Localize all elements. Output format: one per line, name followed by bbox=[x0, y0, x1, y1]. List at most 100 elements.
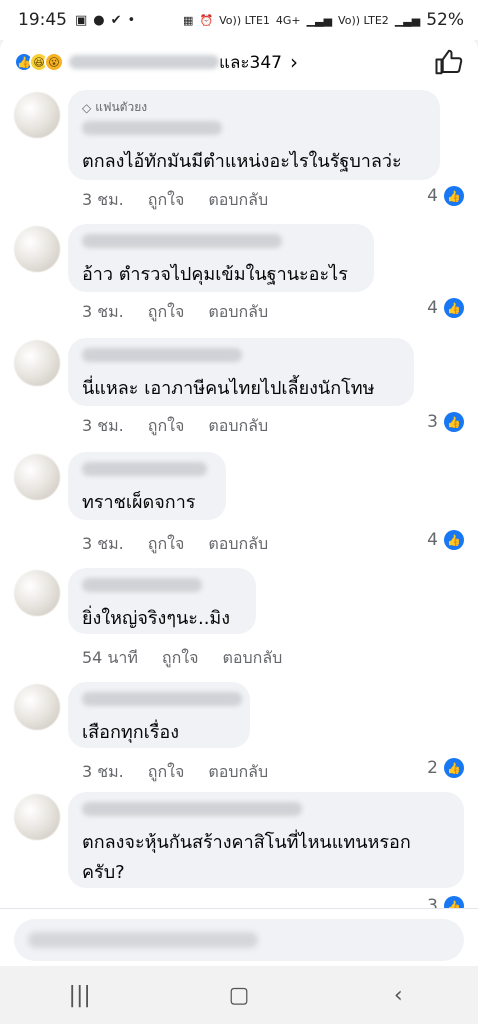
comment-text: นี่แหละ เอาภาษีคนไทยไปเลี้ยงนักโทษ bbox=[82, 378, 375, 399]
like-link[interactable]: ถูกใจ bbox=[148, 414, 185, 439]
comment-bubble[interactable]: เสือกทุกเรื่อง bbox=[68, 682, 250, 748]
blurred-name bbox=[82, 348, 242, 362]
like-link[interactable]: ถูกใจ bbox=[148, 300, 185, 325]
like-count[interactable]: 4 👍 bbox=[427, 186, 464, 206]
like-icon: 👍 bbox=[444, 298, 464, 318]
comment-time: 3 ชม. bbox=[82, 416, 124, 435]
comment-meta: 3 ชม. ถูกใจ ตอบกลับ bbox=[82, 760, 268, 785]
blurred-name bbox=[82, 802, 302, 816]
reactions-summary[interactable]: 👍 😆 😮 และ347 › bbox=[0, 36, 478, 88]
reply-link[interactable]: ตอบกลับ bbox=[208, 760, 268, 785]
reactors-text: และ347 › bbox=[69, 49, 298, 76]
like-icon[interactable] bbox=[434, 47, 464, 77]
clock: 19:45 bbox=[18, 10, 67, 30]
comment-bubble[interactable]: ตกลงจะหุ้นกันสร้างคาสิโนที่ไหนแทนหรอก คร… bbox=[68, 792, 464, 888]
reactors-suffix: และ347 bbox=[219, 52, 282, 73]
reply-link[interactable]: ตอบกลับ bbox=[208, 532, 268, 557]
reply-link[interactable]: ตอบกลับ bbox=[222, 646, 282, 671]
comment-meta: 3 ชม. ถูกใจ ตอบกลับ bbox=[82, 532, 268, 557]
back-icon[interactable]: ‹ bbox=[368, 983, 428, 1008]
blurred-name bbox=[82, 692, 242, 706]
chevron-right-icon: › bbox=[289, 50, 298, 74]
signal-icon: ▁▃▅ bbox=[306, 13, 333, 27]
like-count-value: 2 bbox=[427, 758, 438, 778]
comment-input[interactable] bbox=[14, 919, 464, 961]
recents-icon[interactable]: ||| bbox=[50, 983, 110, 1008]
comment-text: เสือกทุกเรื่อง bbox=[82, 722, 180, 743]
net-label-3: Vo)) LTE2 bbox=[338, 13, 389, 27]
signal-icon-2: ▁▃▅ bbox=[394, 13, 421, 27]
comment-bubble[interactable]: อ้าว ตำรวจไปคุมเข้มในฐานะอะไร bbox=[68, 224, 374, 292]
reply-link[interactable]: ตอบกลับ bbox=[208, 300, 268, 325]
like-link[interactable]: ถูกใจ bbox=[148, 532, 185, 557]
status-right: ▦ ⏰ Vo)) LTE1 4G+ ▁▃▅ Vo)) LTE2 ▁▃▅ 52% bbox=[183, 10, 464, 30]
comment-time: 3 ชม. bbox=[82, 534, 124, 553]
comments-sheet: 👍 😆 😮 และ347 › ◇ แฟนตัวยง ตกลงไอ้ทักมันม… bbox=[0, 36, 478, 966]
blurred-name bbox=[82, 234, 282, 248]
alarm-icon: ⏰ bbox=[199, 13, 214, 27]
comment-bubble[interactable]: นี่แหละ เอาภาษีคนไทยไปเลี้ยงนักโทษ bbox=[68, 338, 414, 406]
comment-meta: 3 ชม. ถูกใจ ตอบกลับ bbox=[82, 414, 268, 439]
avatar[interactable] bbox=[14, 92, 60, 138]
comment-bubble[interactable]: ◇ แฟนตัวยง ตกลงไอ้ทักมันมีตำแหน่งอะไรในร… bbox=[68, 90, 440, 180]
diamond-icon: ◇ bbox=[82, 100, 92, 115]
net-label-2: 4G+ bbox=[275, 13, 301, 27]
like-count-value: 4 bbox=[427, 298, 438, 318]
blurred-name bbox=[69, 55, 219, 69]
system-nav-bar: ||| ▢ ‹ bbox=[0, 966, 478, 1024]
comment-text: อ้าว ตำรวจไปคุมเข้มในฐานะอะไร bbox=[82, 264, 348, 285]
comment-time: 3 ชม. bbox=[82, 762, 124, 781]
comment-text: ยิ่งใหญ่จริงๆนะ..มิง bbox=[82, 608, 231, 629]
avatar[interactable] bbox=[14, 226, 60, 272]
like-count-value: 3 bbox=[427, 412, 438, 432]
net-label-1: Vo)) LTE1 bbox=[219, 13, 270, 27]
dot-icon: • bbox=[127, 12, 136, 28]
like-count[interactable]: 4 👍 bbox=[427, 298, 464, 318]
like-count[interactable]: 3 👍 bbox=[427, 412, 464, 432]
home-icon[interactable]: ▢ bbox=[209, 983, 269, 1008]
comment-meta: 3 ชม. ถูกใจ ตอบกลับ bbox=[82, 300, 268, 325]
comment-bubble[interactable]: ทราชเผ็ดจการ bbox=[68, 452, 226, 520]
avatar[interactable] bbox=[14, 684, 60, 730]
avatar[interactable] bbox=[14, 794, 60, 840]
comment-bubble[interactable]: ยิ่งใหญ่จริงๆนะ..มิง bbox=[68, 568, 256, 634]
blurred-name bbox=[82, 462, 207, 476]
battery-level: 52% bbox=[426, 10, 464, 30]
line-app-icon: ● bbox=[93, 12, 105, 28]
comment-meta: 3 ชม. ถูกใจ ตอบกลับ bbox=[82, 188, 268, 213]
like-link[interactable]: ถูกใจ bbox=[162, 646, 199, 671]
fan-badge: ◇ แฟนตัวยง bbox=[82, 98, 426, 117]
avatar[interactable] bbox=[14, 570, 60, 616]
like-icon: 👍 bbox=[444, 186, 464, 206]
blurred-name bbox=[82, 121, 222, 135]
composer-bar bbox=[0, 908, 478, 966]
like-icon: 👍 bbox=[444, 758, 464, 778]
reaction-icons: 👍 😆 😮 bbox=[14, 52, 64, 72]
like-count[interactable]: 4 👍 bbox=[427, 530, 464, 550]
comment-text: ทราชเผ็ดจการ bbox=[82, 492, 196, 513]
comment-time: 3 ชม. bbox=[82, 302, 124, 321]
comment-text: ตกลงจะหุ้นกันสร้างคาสิโนที่ไหนแทนหรอก คร… bbox=[82, 832, 411, 883]
comment-time: 54 นาที bbox=[82, 648, 138, 667]
gallery-icon: ▣ bbox=[75, 12, 88, 28]
blurred-placeholder bbox=[28, 932, 258, 948]
status-bar: 19:45 ▣ ● ✔ • ▦ ⏰ Vo)) LTE1 4G+ ▁▃▅ Vo))… bbox=[0, 0, 478, 40]
like-link[interactable]: ถูกใจ bbox=[148, 760, 185, 785]
avatar[interactable] bbox=[14, 454, 60, 500]
blurred-name bbox=[82, 578, 202, 592]
nfc-icon: ▦ bbox=[183, 13, 194, 27]
avatar[interactable] bbox=[14, 340, 60, 386]
comment-meta: 54 นาที ถูกใจ ตอบกลับ bbox=[82, 646, 282, 671]
badge-label: แฟนตัวยง bbox=[95, 100, 148, 114]
reply-link[interactable]: ตอบกลับ bbox=[208, 188, 268, 213]
like-count[interactable]: 2 👍 bbox=[427, 758, 464, 778]
comment-time: 3 ชม. bbox=[82, 190, 124, 209]
like-link[interactable]: ถูกใจ bbox=[148, 188, 185, 213]
reply-link[interactable]: ตอบกลับ bbox=[208, 414, 268, 439]
check-icon: ✔ bbox=[110, 12, 122, 28]
wow-icon: 😮 bbox=[44, 52, 64, 72]
like-icon: 👍 bbox=[444, 412, 464, 432]
like-count-value: 4 bbox=[427, 186, 438, 206]
comment-text: ตกลงไอ้ทักมันมีตำแหน่งอะไรในรัฐบาลว่ะ bbox=[82, 151, 402, 172]
like-count-value: 4 bbox=[427, 530, 438, 550]
